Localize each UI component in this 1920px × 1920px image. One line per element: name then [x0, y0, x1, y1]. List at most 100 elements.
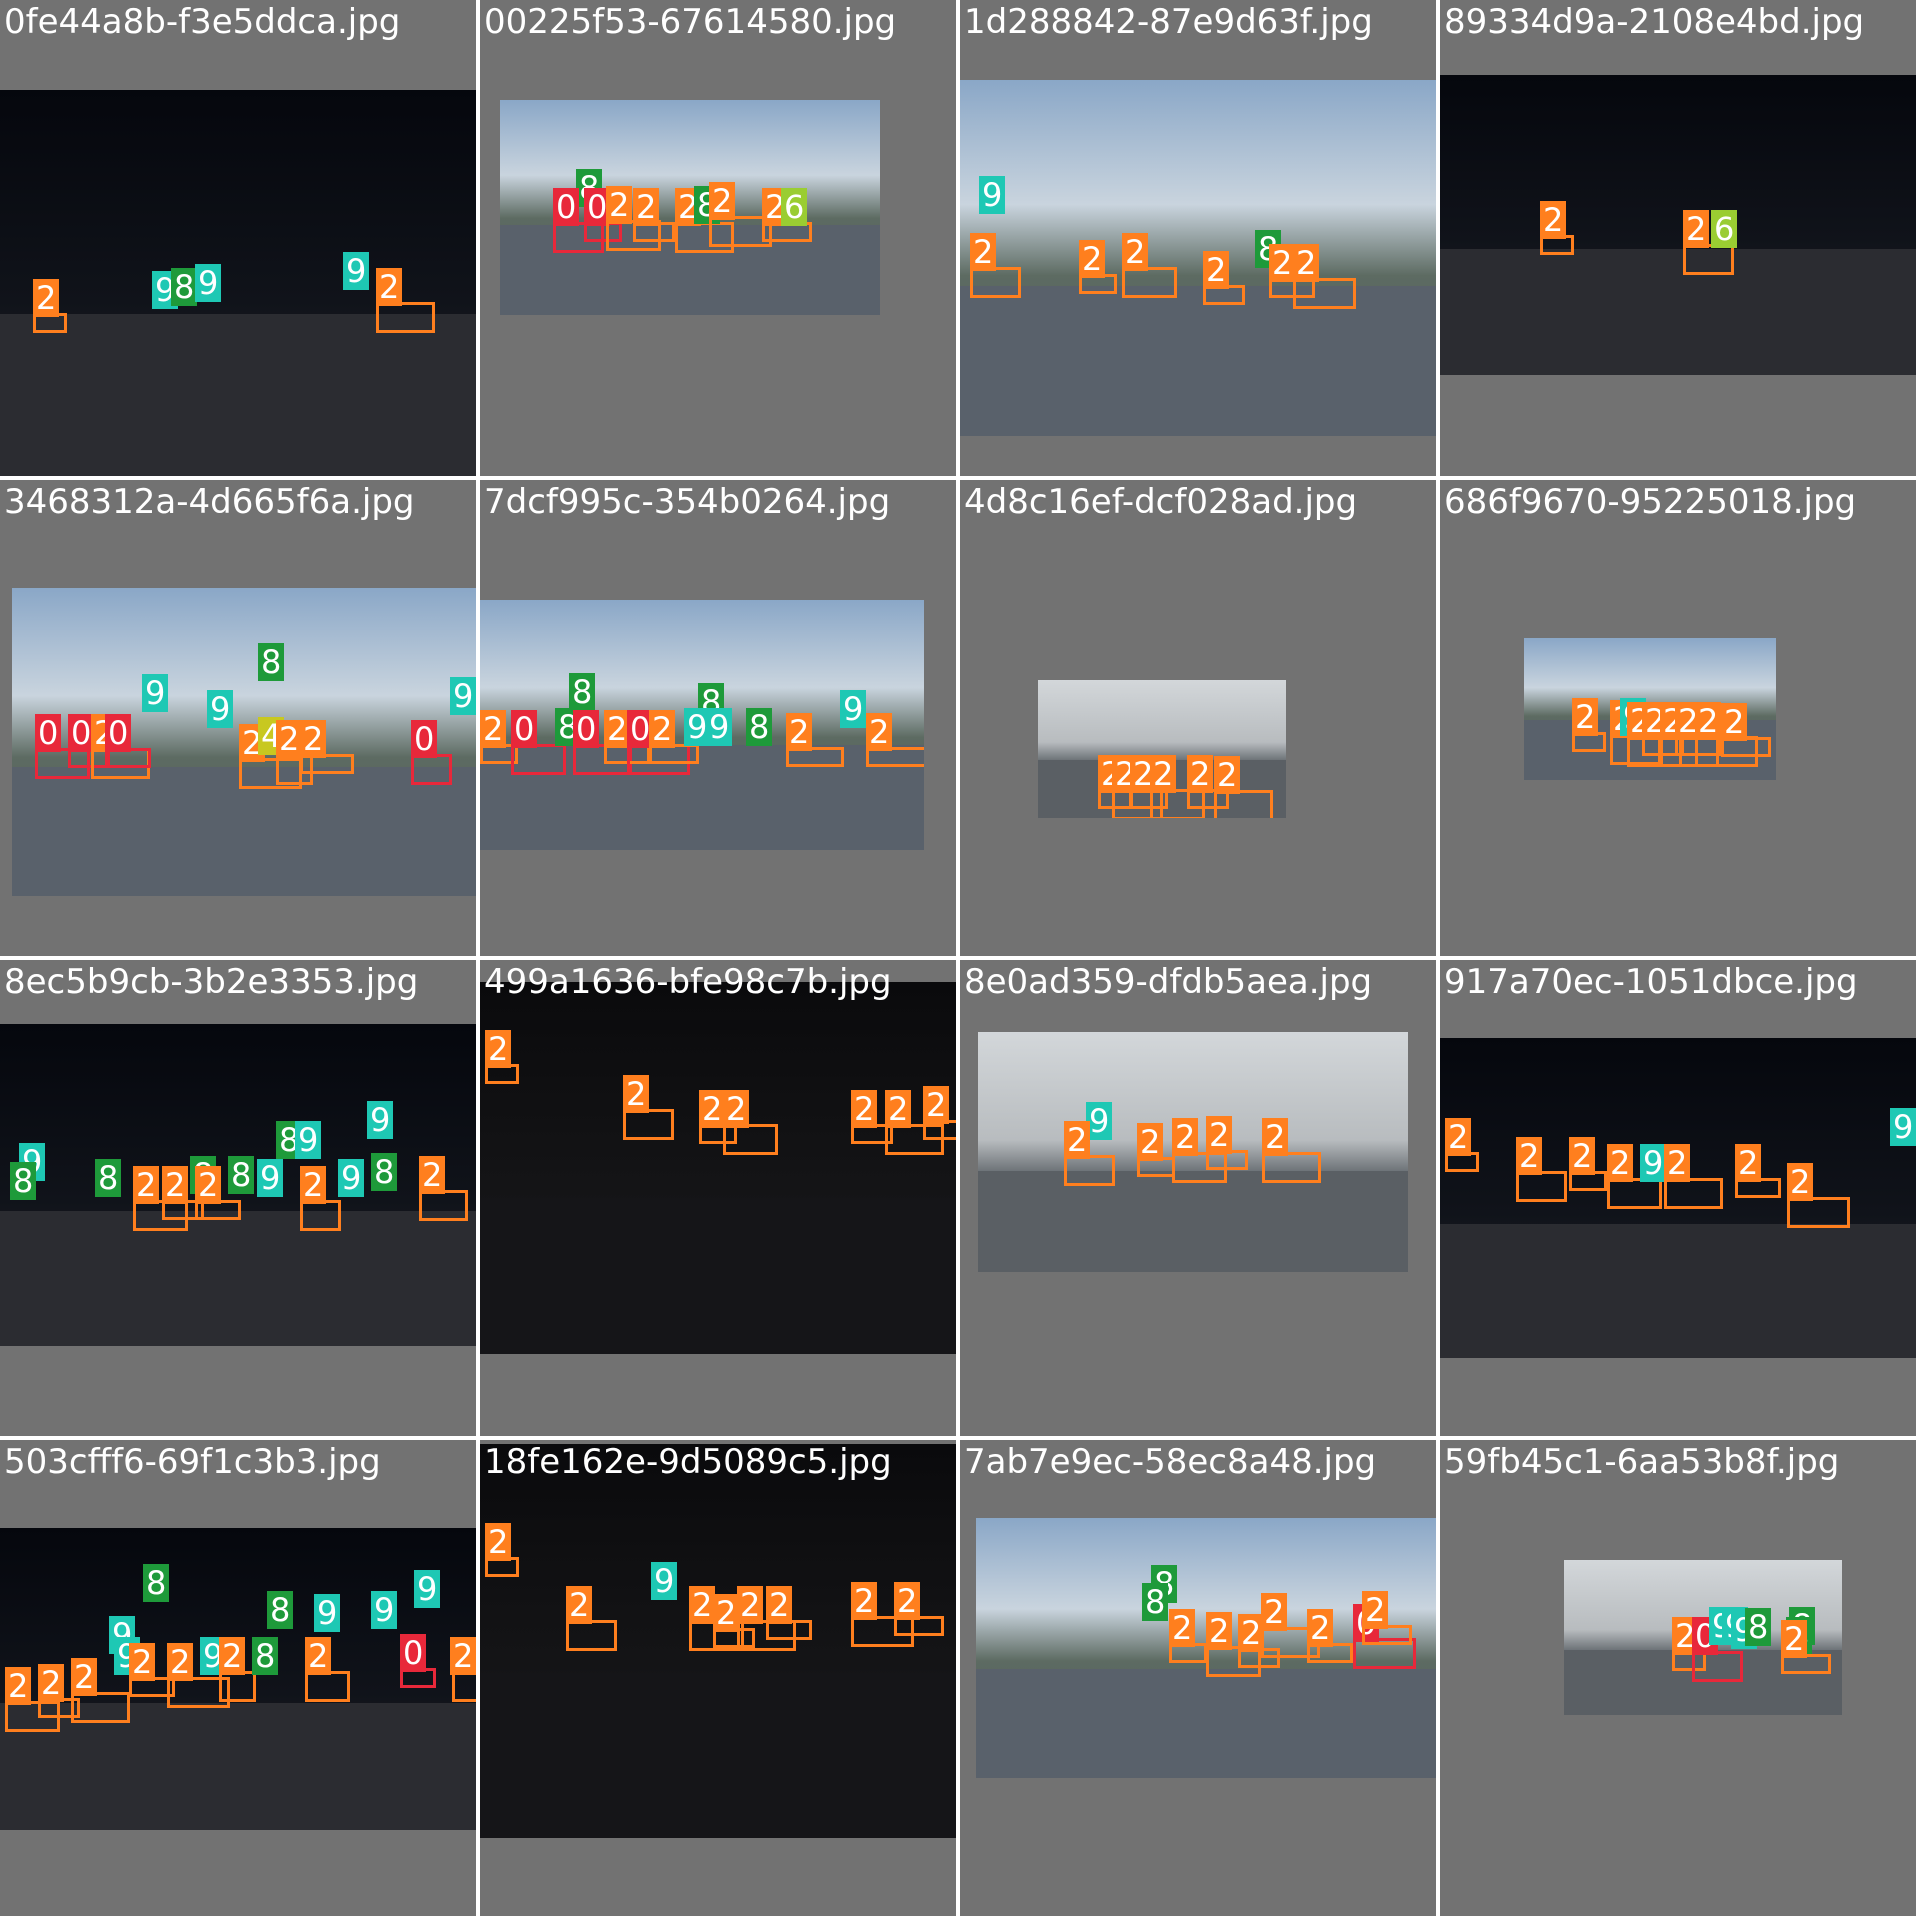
class-label-tag: 2 [566, 1586, 593, 1624]
class-label-tag: 2 [376, 268, 403, 306]
class-label-tag: 2 [1735, 1144, 1762, 1182]
class-label-tag: 9 [195, 264, 222, 302]
class-label-tag: 9 [142, 674, 169, 712]
detection-box [219, 1671, 256, 1702]
class-label-tag: 9 [257, 1159, 284, 1197]
image-tile[interactable]: 7ab7e9ec-58ec8a48.jpg 882222202 [960, 1440, 1436, 1916]
photo-thumbnail: 882222202 [976, 1518, 1436, 1778]
detection-box [1692, 1651, 1743, 1682]
class-label-tag: 2 [485, 1030, 512, 1068]
class-label-tag: 2 [1269, 244, 1296, 282]
detection-box [623, 1109, 674, 1140]
class-label-tag: 2 [1516, 1137, 1543, 1175]
tile-filename: 7ab7e9ec-58ec8a48.jpg [964, 1442, 1377, 1482]
class-label-tag: 2 [219, 1637, 246, 1675]
tile-filename: 89334d9a-2108e4bd.jpg [1444, 2, 1865, 42]
photo-thumbnail: 229222222 [1524, 638, 1776, 780]
class-label-tag: 2 [450, 1637, 476, 1675]
mosaic-grid: 0fe44a8b-f3e5ddca.jpg 2 9 8 9 9 2 00225f53-6761… [0, 0, 1920, 1920]
image-tile[interactable]: 89334d9a-2108e4bd.jpg 2 2 6 [1440, 0, 1916, 476]
detection-box [1214, 790, 1273, 818]
tile-filename: 686f9670-95225018.jpg [1444, 482, 1857, 522]
class-label-tag: 2 [851, 1090, 878, 1128]
class-label-tag: 0 [553, 188, 580, 226]
class-label-tag: 2 [1787, 1163, 1814, 1201]
photo-thumbnail: 222222 [1038, 680, 1286, 818]
class-label-tag: 2 [1540, 201, 1567, 239]
class-label-tag: 9 [651, 1562, 678, 1600]
detection-box [1293, 278, 1356, 309]
class-label-tag: 9 [840, 690, 867, 728]
class-label-tag: 2 [1169, 1609, 1196, 1647]
class-label-tag: 9 [1890, 1108, 1916, 1146]
road-surface [480, 1198, 956, 1354]
image-tile[interactable]: 686f9670-95225018.jpg 229222222 [1440, 480, 1916, 956]
class-label-tag: 2 [633, 188, 660, 226]
class-label-tag: 2 [1206, 1116, 1233, 1154]
class-label-tag: 2 [699, 1090, 726, 1128]
class-label-tag: 9 [367, 1101, 394, 1139]
image-tile[interactable]: 00225f53-67614580.jpg8002228226 [480, 0, 956, 476]
image-tile[interactable]: 7dcf995c-354b0264.jpg 8 8 2 0 8 0 2 0 2 9 9 8 2 9 2 [480, 480, 956, 956]
detection-box [1122, 267, 1177, 298]
image-tile[interactable]: 8e0ad359-dfdb5aea.jpg 9 2 2 2 2 2 [960, 960, 1436, 1436]
class-label-tag: 2 [162, 1166, 189, 1204]
class-label-tag: 0 [105, 714, 132, 752]
class-label-tag: 2 [1781, 1620, 1808, 1658]
image-tile[interactable]: 1d288842-87e9d63f.jpg92222822 [960, 0, 1436, 476]
class-label-tag: 2 [713, 1594, 740, 1632]
class-label-tag: 8 [252, 1637, 279, 1675]
photo-thumbnail: 229222222 [480, 1444, 956, 1838]
class-label-tag: 9 [207, 690, 234, 728]
photo-thumbnail: 92222822 [960, 80, 1436, 436]
class-label-tag: 2 [1261, 1593, 1288, 1631]
class-label-tag: 9 [314, 1594, 341, 1632]
detection-box [1683, 244, 1734, 275]
class-label-tag: 0 [511, 710, 538, 748]
tile-filename: 499a1636-bfe98c7b.jpg [484, 962, 892, 1002]
class-label-tag: 2 [38, 1664, 65, 1702]
image-tile[interactable]: 3468312a-4d665f6a.jpg8990020242209 [0, 480, 476, 956]
image-tile[interactable]: 18fe162e-9d5089c5.jpg 2 2 9 2 2 2 2 2 2 [480, 1440, 956, 1916]
image-tile[interactable]: 503cfff6-69f1c3b3.jpg 8 9 9 2 2 2 2 2 9 2 8 8 9 2 9 9 0 2 [0, 1440, 476, 1916]
class-label-tag: 8 [258, 643, 285, 681]
detection-box [1516, 1171, 1567, 1202]
detection-box [452, 1671, 476, 1702]
road-surface [0, 314, 476, 476]
image-tile[interactable]: 499a1636-bfe98c7b.jpg 2 2 2 2 2 2 2 [480, 960, 956, 1436]
photo-thumbnail: 222292229 [1440, 1038, 1916, 1358]
image-tile[interactable]: 4d8c16ef-dcf028ad.jpg 222222 [960, 480, 1436, 956]
class-label-tag: 2 [1572, 698, 1599, 736]
image-tile[interactable]: 917a70ec-1051dbce.jpg 2 2 2 2 9 2 2 2 9 [1440, 960, 1916, 1436]
tile-filename: 7dcf995c-354b0264.jpg [484, 482, 891, 522]
photo-thumbnail: 8990020242209 [12, 588, 476, 896]
image-tile[interactable]: 59fb45c1-6aa53b8f.jpg 209998882 [1440, 1440, 1916, 1916]
class-label-tag: 2 [606, 186, 633, 224]
class-label-tag: 2 [1683, 210, 1710, 248]
class-label-tag: 6 [1711, 210, 1738, 248]
class-label-tag: 2 [305, 1637, 332, 1675]
class-label-tag: 2 [276, 720, 303, 758]
class-label-tag: 2 [923, 1086, 950, 1124]
class-label-tag: 8 [1745, 1608, 1772, 1646]
image-tile[interactable]: 8ec5b9cb-3b2e3353.jpg9882282898929892 [0, 960, 476, 1436]
detection-box [1787, 1197, 1850, 1228]
class-label-tag: 2 [1695, 702, 1722, 740]
class-label-tag: 8 [267, 1591, 294, 1629]
photo-thumbnail: 922222 [978, 1032, 1408, 1272]
class-label-tag: 2 [33, 279, 60, 317]
photo-thumbnail: 209998882 [1564, 1560, 1842, 1715]
class-label-tag: 8 [1142, 1583, 1169, 1621]
class-label-tag: 2 [419, 1156, 446, 1194]
class-label-tag: 8 [143, 1564, 170, 1602]
photo-thumbnail: 882080202998292 [480, 600, 924, 850]
photo-thumbnail: 9882282898929892 [0, 1024, 476, 1346]
class-label-tag: 2 [723, 1090, 750, 1128]
image-tile[interactable]: 0fe44a8b-f3e5ddca.jpg 2 9 8 9 9 2 [0, 0, 476, 476]
class-label-tag: 2 [1150, 755, 1177, 793]
class-label-tag: 0 [400, 1634, 427, 1672]
class-label-tag: 2 [866, 713, 893, 751]
photo-thumbnail: 2222222 [480, 982, 956, 1354]
class-label-tag: 2 [167, 1643, 194, 1681]
class-label-tag: 2 [1137, 1123, 1164, 1161]
